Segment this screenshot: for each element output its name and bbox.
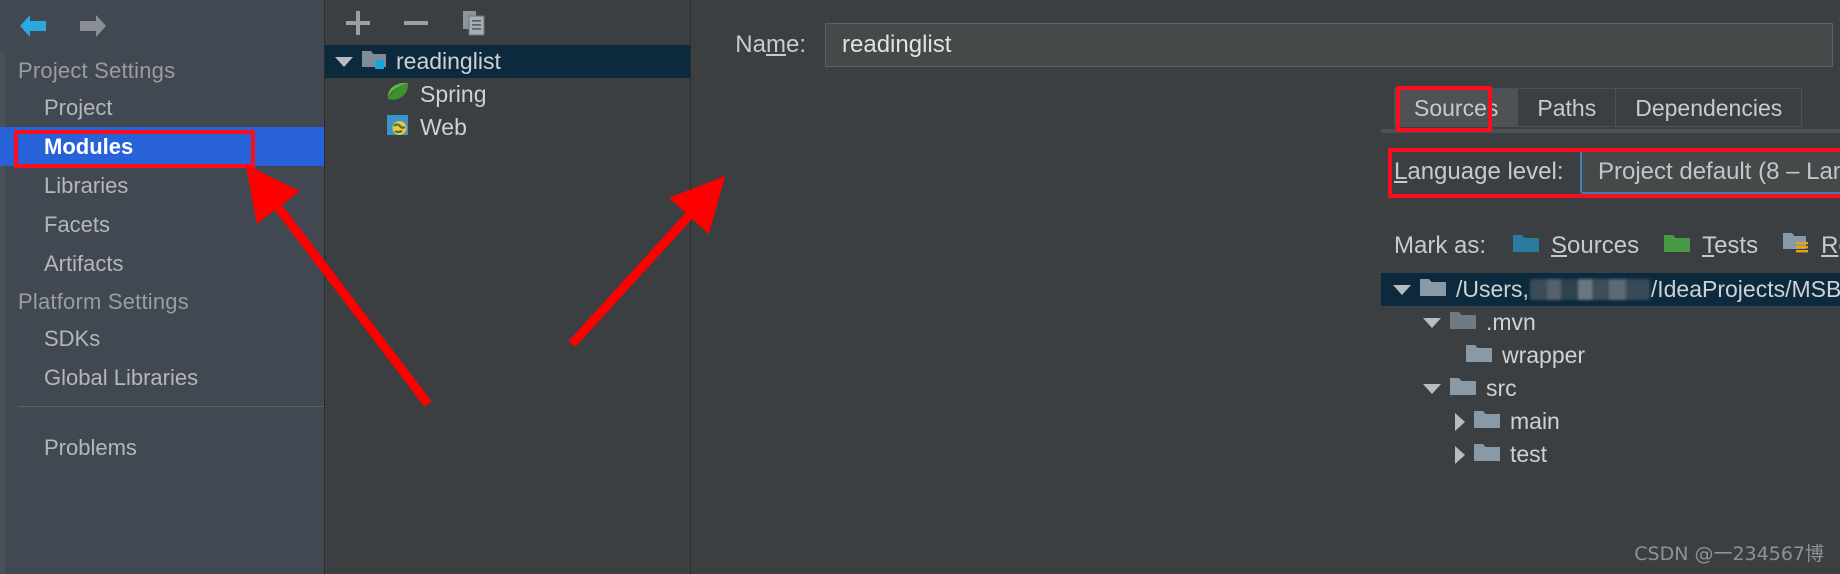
table-row[interactable]: /Users, /IdeaProjects/MSB_SpringBoot_pro… [1381,273,1840,306]
sidebar-item-modules[interactable]: Modules [0,127,324,166]
tree-indent-spacer [335,120,353,136]
sources-folder-icon [1512,232,1540,261]
arrow-left-icon[interactable] [10,4,56,48]
tree-item-label: test [1510,441,1547,468]
tree-item-label: main [1510,408,1560,435]
language-level-row: Language level: Project default (8 – Lam… [1394,150,1840,194]
mark-as-tests-button[interactable]: Tests [1663,232,1758,261]
modules-toolbar [325,0,691,45]
tests-folder-icon [1663,232,1691,261]
spring-leaf-icon [385,80,411,110]
sidebar-item-artifacts[interactable]: Artifacts [0,244,324,283]
tree-row[interactable]: readinglist [325,45,691,78]
resources-folder-icon [1782,231,1810,262]
table-row[interactable]: src [1381,372,1840,405]
copy-module-button[interactable] [457,6,491,40]
chevron-down-icon[interactable] [1423,318,1441,328]
tree-item-label: .mvn [1486,309,1536,336]
name-row: Name: readinglist [691,22,1840,68]
tab-dependencies[interactable]: Dependencies [1615,88,1802,127]
settings-sidebar: Project Settings Project Modules Librari… [0,0,324,574]
sidebar-divider [18,406,324,407]
sidebar-group-platform-settings: Platform Settings [0,283,324,319]
sidebar-item-project[interactable]: Project [0,88,324,127]
folder-icon [1449,309,1477,337]
tree-item-label: src [1486,375,1517,402]
module-name-input[interactable]: readinglist [825,23,1833,67]
table-row[interactable]: .mvn [1381,306,1840,339]
watermark: CSDN @一234567博 [1634,539,1824,566]
mark-as-label: Mark as: [1394,232,1486,260]
language-level-select[interactable]: Project default (8 – Lambdas, type annot… [1580,150,1840,194]
content-root-path-prefix: /Users, [1456,276,1529,303]
table-row[interactable]: test [1381,438,1840,471]
table-row[interactable]: main [1381,405,1840,438]
tree-item-label: wrapper [1502,342,1585,369]
mark-as-resources-button[interactable]: Resources [1782,231,1840,262]
content-roots-tree: /Users, /IdeaProjects/MSB_SpringBoot_pro… [1381,273,1840,471]
tree-item-label: Spring [420,81,486,108]
name-label: Name: [706,31,806,59]
tree-row[interactable]: Web [325,111,691,144]
folder-icon [1419,276,1447,304]
folder-icon [1473,408,1501,436]
mark-as-resources-label: Resources [1821,232,1840,260]
tab-sources[interactable]: Sources [1394,88,1518,127]
module-details-panel: Name: readinglist Sources Paths Dependen… [690,0,1840,574]
modules-tree: readinglist Spring [325,45,691,144]
settings-dialog: Project Settings Project Modules Librari… [0,0,1840,574]
tabs-underline [1381,129,1840,133]
add-module-button[interactable] [341,6,375,40]
sidebar-item-facets[interactable]: Facets [0,205,324,244]
mark-as-row: Mark as: Sources Tests [1394,228,1840,264]
chevron-down-icon[interactable] [1423,384,1441,394]
folder-icon [1449,375,1477,403]
arrow-right-icon[interactable] [70,4,116,48]
mark-as-tests-label: Tests [1702,232,1758,260]
folder-icon [1473,441,1501,469]
language-level-value: Project default (8 – Lambdas, type annot… [1582,158,1840,186]
chevron-down-icon[interactable] [335,57,353,67]
sidebar-items: Project Settings Project Modules Librari… [0,52,324,397]
remove-module-button[interactable] [399,6,433,40]
tab-paths[interactable]: Paths [1517,88,1616,127]
language-level-label: Language level: [1394,158,1572,186]
sidebar-item-problems[interactable]: Problems [0,428,137,467]
tree-row[interactable]: Spring [325,78,691,111]
chevron-right-icon[interactable] [1455,446,1465,464]
sidebar-group-project-settings: Project Settings [0,52,324,88]
sidebar-nav-toolbar [0,0,324,52]
table-row[interactable]: wrapper [1381,339,1840,372]
tree-item-label: readinglist [396,48,501,75]
module-folder-icon [361,48,387,76]
mark-as-sources-button[interactable]: Sources [1512,232,1639,261]
mark-as-sources-label: Sources [1551,232,1639,260]
sidebar-item-libraries[interactable]: Libraries [0,166,324,205]
folder-icon [1465,342,1493,370]
chevron-right-icon[interactable] [1455,413,1465,431]
tree-indent-spacer [335,87,353,103]
modules-panel: readinglist Spring [324,0,690,574]
sidebar-item-global-libraries[interactable]: Global Libraries [0,358,324,397]
details-tabs: Sources Paths Dependencies [1394,88,1801,127]
sidebar-item-sdks[interactable]: SDKs [0,319,324,358]
tree-item-label: Web [420,114,467,141]
redacted-username [1530,279,1650,300]
chevron-down-icon[interactable] [1393,285,1411,295]
content-root-path-suffix: /IdeaProjects/MSB_SpringBoot_projects/sp… [1651,276,1840,303]
web-globe-icon [385,113,411,143]
